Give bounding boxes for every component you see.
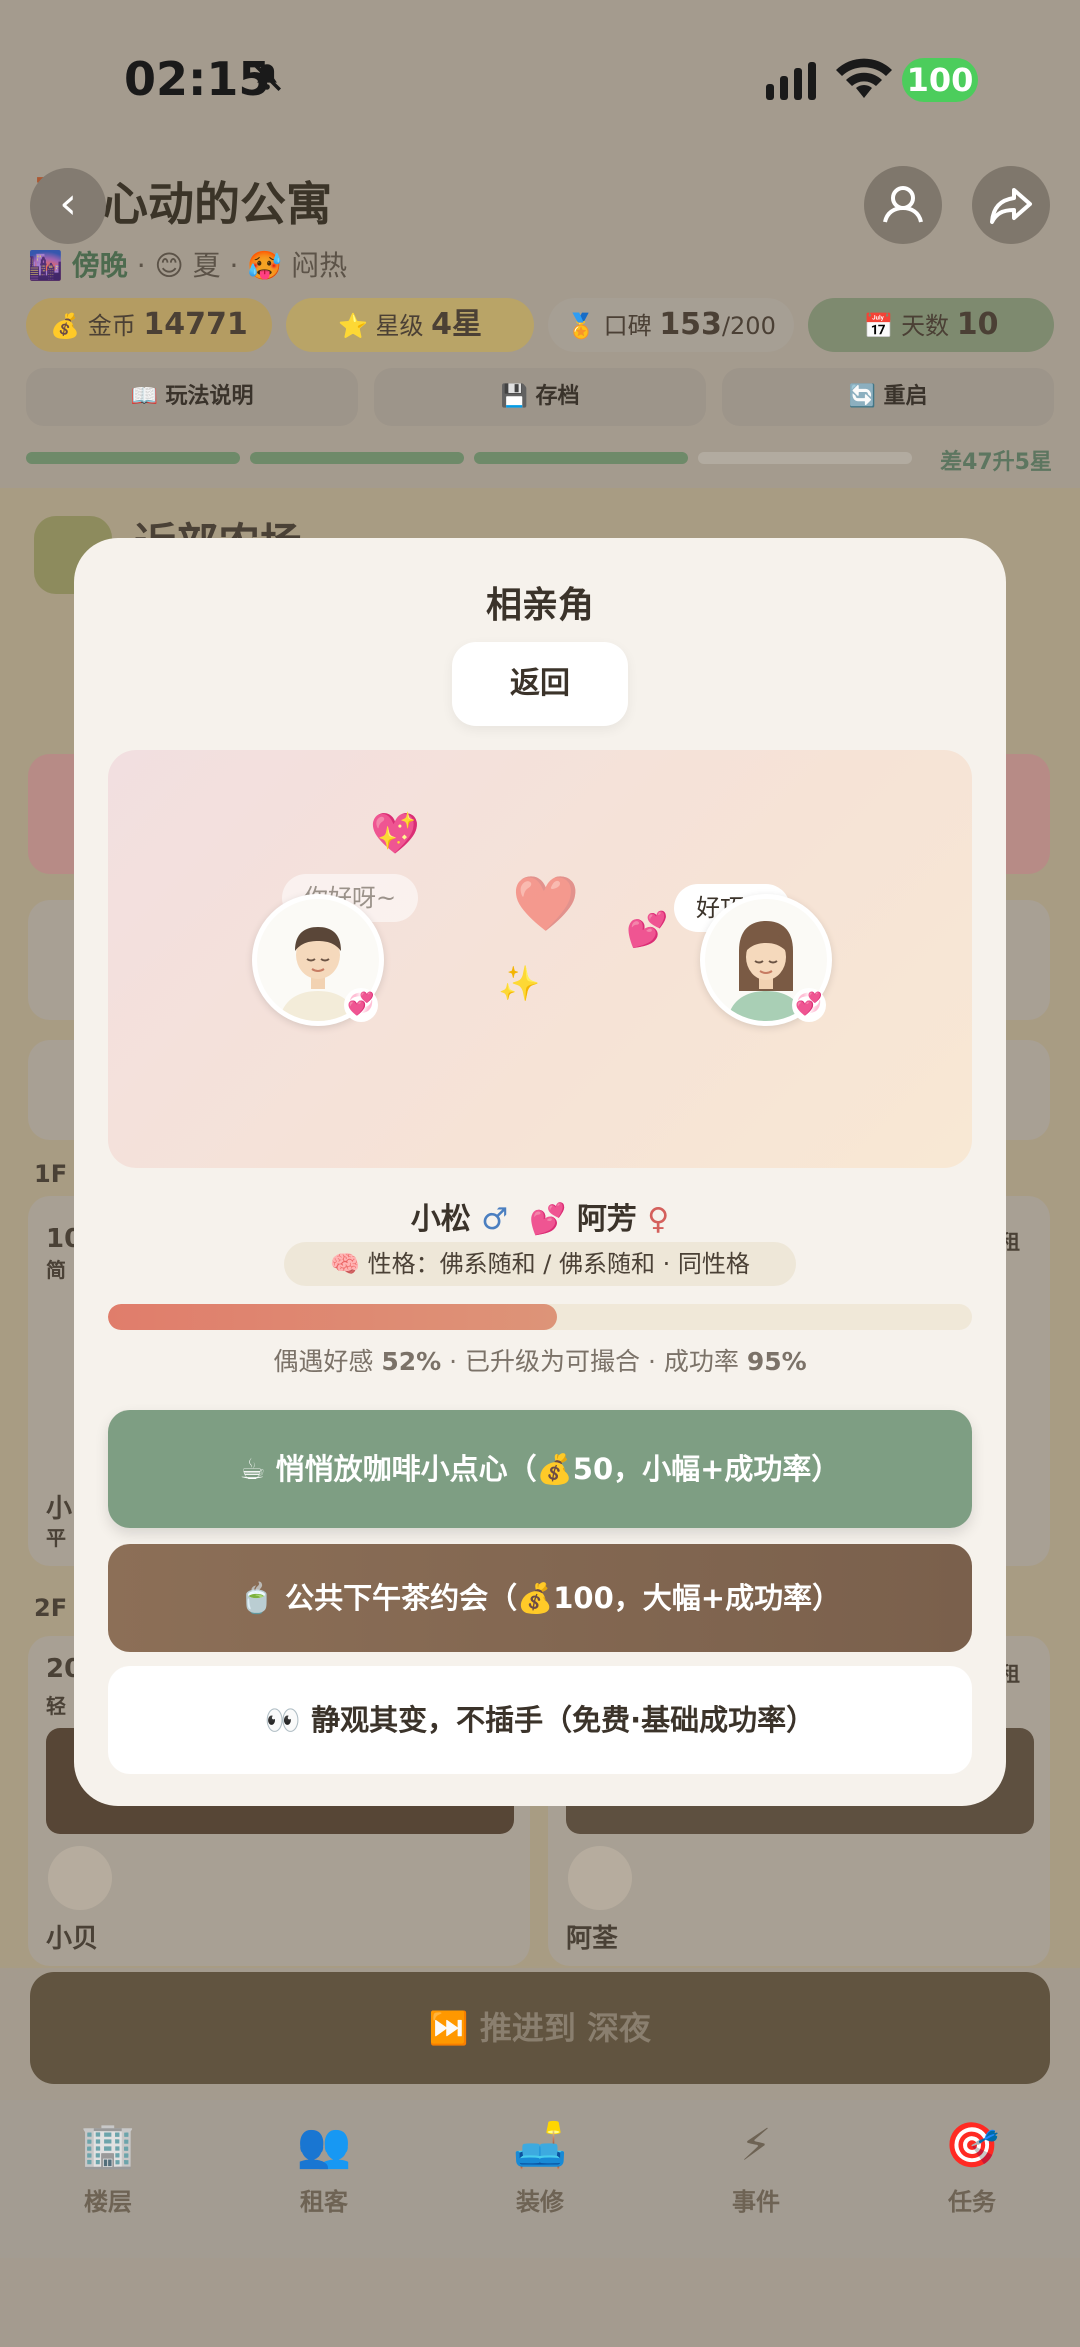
sparkles-icon: ✨ [498, 964, 541, 1004]
floppy-icon: 💾 [500, 384, 528, 409]
app-title: 心动的公寓 [102, 177, 332, 231]
right-name: 阿芳 [576, 1202, 637, 1237]
room-101-tenant-sub: 平 [46, 1526, 66, 1550]
advance-time-button[interactable]: ⏭️ 推进到 深夜 [30, 1972, 1050, 2084]
affection-bar [108, 1304, 972, 1330]
left-name: 小松 [410, 1202, 471, 1237]
coffee-snack-option-button[interactable]: ☕ 悄悄放咖啡小点心（💰50，小幅+成功率） [108, 1410, 972, 1528]
star-stat: ⭐ 星级 4星 [286, 298, 534, 352]
female-symbol: ♀ [647, 1202, 670, 1237]
personality-text: 性格：佛系随和 / 佛系随和 · 同性格 [367, 1250, 750, 1278]
brain-icon: 🧠 [330, 1250, 360, 1278]
people-icon: 👥 [296, 2120, 352, 2171]
money-bag-icon: 💰 [50, 312, 81, 340]
tenant-name: 小贝 [46, 1924, 99, 1954]
level-hint: 差47升5星 [940, 450, 1052, 475]
back-button[interactable]: ‹ [30, 168, 106, 244]
user-icon [883, 186, 923, 223]
level-segment-4 [698, 452, 912, 464]
floor-1-label: 1F [34, 1160, 68, 1188]
wifi-icon [836, 58, 892, 98]
tenant-name: 阿荃 [566, 1924, 619, 1954]
help-button[interactable]: 📖 玩法说明 [26, 368, 358, 426]
season: 夏 [192, 249, 221, 282]
footer-area [0, 2258, 1080, 2347]
room-101-tenant: 小 [46, 1494, 73, 1524]
weather-icon: 🥵 [247, 249, 283, 282]
heart-badge-icon: 💞 [344, 988, 378, 1022]
battery-indicator: 100 [902, 58, 978, 102]
heart-badge-icon: 💞 [792, 988, 826, 1022]
target-icon: 🎯 [944, 2120, 1000, 2171]
coins-stat: 💰 金币 14771 [26, 298, 272, 352]
season-icon: 😊 [154, 249, 184, 282]
share-button[interactable] [972, 166, 1050, 244]
two-hearts-icon: 💕 [626, 910, 669, 950]
heart-icon: ❤️ [512, 872, 580, 935]
save-button[interactable]: 💾 存档 [374, 368, 706, 426]
two-hearts-icon: 💕 [529, 1202, 567, 1237]
tenant-avatar [568, 1846, 632, 1910]
level-segment-3 [474, 452, 688, 464]
sunset-icon: 🌆 [28, 249, 63, 282]
matchmaking-modal: 相亲角 返回 💖 ❤️ 💕 ✨ 你好呀~ 好巧！ 💞 [74, 538, 1006, 1806]
time-period: 傍晚 [71, 249, 128, 282]
reputation-stat: 🏅 口碑 153/200 [548, 298, 794, 352]
weather: 闷热 [291, 249, 348, 282]
tab-bar: 🏢 楼层 👥 租客 🛋️ 装修 ⚡ 事件 🎯 任务 [0, 2100, 1080, 2258]
tab-tasks[interactable]: 🎯 任务 [864, 2100, 1080, 2258]
room-201-sub: 轻 [46, 1694, 66, 1718]
room-101-sub: 简 [46, 1258, 66, 1282]
level-segment-2 [250, 452, 464, 464]
days-stat: 📅 天数 10 [808, 298, 1054, 352]
signal-icon [766, 62, 816, 100]
tab-decor[interactable]: 🛋️ 装修 [432, 2100, 648, 2258]
calendar-icon: 📅 [863, 312, 894, 340]
couple-scene: 💖 ❤️ 💕 ✨ 你好呀~ 好巧！ 💞 [108, 750, 972, 1168]
success-rate-value: 95% [746, 1347, 807, 1376]
tab-events[interactable]: ⚡ 事件 [648, 2100, 864, 2258]
affection-value: 52% [381, 1347, 442, 1376]
couple-names: 小松 ♂ 💕 阿芳 ♀ [74, 1194, 1006, 1238]
floor-2-label: 2F [34, 1594, 68, 1622]
personality-badge: 🧠 性格：佛系随和 / 佛系随和 · 同性格 [284, 1242, 796, 1286]
tab-tenants[interactable]: 👥 租客 [216, 2100, 432, 2258]
share-icon [990, 188, 1032, 224]
sofa-icon: 🛋️ [512, 2120, 568, 2171]
restart-icon: 🔄 [848, 384, 876, 409]
status-bar: 02:15 100 [0, 0, 1080, 160]
lightning-icon: ⚡ [740, 2120, 772, 2171]
subtitle: 🌆 傍晚 · 😊 夏 · 🥵 闷热 [28, 249, 348, 282]
sparkling-heart-icon: 💖 [370, 811, 420, 857]
tenant-avatar [48, 1846, 112, 1910]
afternoon-tea-option-button[interactable]: 🍵 公共下午茶约会（💰100，大幅+成功率） [108, 1544, 972, 1652]
level-segment-1 [26, 452, 240, 464]
book-icon: 📖 [130, 384, 158, 409]
modal-back-button[interactable]: 返回 [452, 642, 628, 726]
clock: 02:15 [124, 52, 271, 106]
mute-bell-icon [252, 62, 282, 92]
restart-button[interactable]: 🔄 重启 [722, 368, 1054, 426]
affection-bar-fill [108, 1304, 558, 1330]
star-icon: ⭐ [337, 312, 368, 340]
male-symbol: ♂ [481, 1202, 509, 1237]
medal-icon: 🏅 [566, 312, 597, 340]
observe-option-button[interactable]: 👀 静观其变，不插手（免费·基础成功率） [108, 1666, 972, 1774]
tab-floors[interactable]: 🏢 楼层 [0, 2100, 216, 2258]
profile-button[interactable] [864, 166, 942, 244]
modal-title: 相亲角 [485, 585, 594, 626]
affection-status: 偶遇好感 52% · 已升级为可撮合 · 成功率 95% [273, 1347, 807, 1376]
building-icon: 🏢 [80, 2120, 136, 2171]
